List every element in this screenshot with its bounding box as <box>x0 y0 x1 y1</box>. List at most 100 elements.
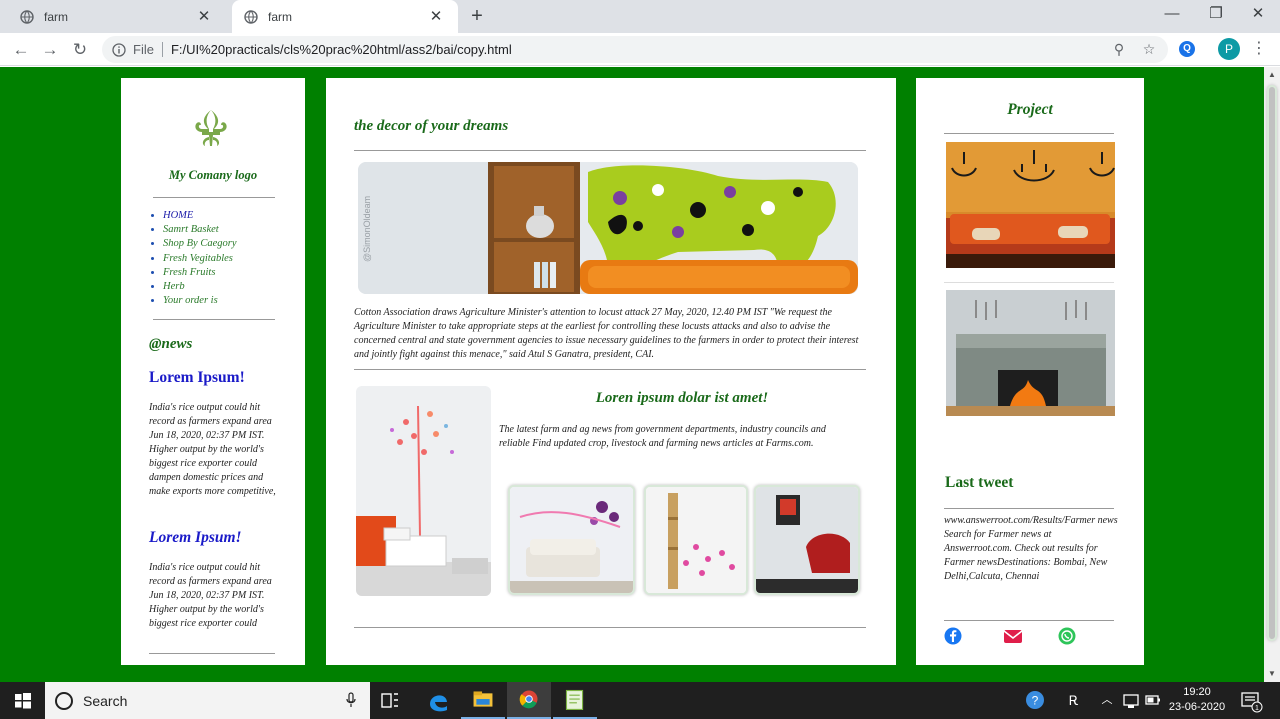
edge-browser-icon[interactable] <box>416 682 460 719</box>
back-arrow-icon[interactable]: ← <box>8 37 34 63</box>
news-title: Lorem Ipsum! <box>149 529 242 546</box>
last-tweet-heading: Last tweet <box>945 474 1014 491</box>
file-explorer-icon[interactable] <box>461 682 505 719</box>
news-heading: @news <box>149 336 193 352</box>
network-icon[interactable] <box>1120 682 1142 719</box>
decor-banner-image: @SimonOldeam <box>358 162 858 294</box>
close-window-icon[interactable]: ✕ <box>1236 0 1280 30</box>
people-icon[interactable]: Ꭱ <box>1060 682 1088 719</box>
close-tab-icon[interactable]: ✕ <box>428 8 444 25</box>
profile-avatar[interactable]: P <box>1218 38 1240 60</box>
project-heading: Project <box>1007 101 1053 118</box>
divider <box>354 627 866 628</box>
chevron-up-icon[interactable]: ︿ <box>1099 682 1115 719</box>
cortana-ring-icon <box>55 691 73 710</box>
browser-tab[interactable]: farm ✕ <box>0 0 226 33</box>
extension-icon[interactable]: Q <box>1179 41 1195 57</box>
wall-decal-room-image <box>356 386 491 596</box>
farm-news-text: The latest farm and ag news from governm… <box>499 424 826 449</box>
clock-date: 23-06-2020 <box>1168 701 1226 713</box>
menu-kebab-icon[interactable]: ⋮ <box>1251 39 1267 61</box>
battery-icon[interactable] <box>1144 682 1162 719</box>
main-title: the decor of your dreams <box>354 118 509 134</box>
divider <box>944 282 1114 283</box>
divider <box>153 319 275 320</box>
globe-icon <box>244 9 258 24</box>
divider <box>944 620 1114 621</box>
scroll-down-arrow-icon[interactable]: ▼ <box>1264 666 1280 682</box>
new-tab-button[interactable]: + <box>466 6 488 28</box>
nav-item-smart-basket[interactable]: Samrt Basket <box>163 223 237 237</box>
news-title: Lorem Ipsum! <box>149 369 245 386</box>
zoom-icon[interactable]: ⚲ <box>1108 38 1130 60</box>
scroll-up-arrow-icon[interactable]: ▲ <box>1264 67 1280 83</box>
news-text: India's rice output could hit record as … <box>149 562 272 629</box>
notifications-icon[interactable]: 1 <box>1238 682 1264 719</box>
browser-toolbar: ← → ↻ File F:/UI%20practicals/cls%20prac… <box>0 33 1280 66</box>
news-text: India's rice output could hit record as … <box>149 402 276 497</box>
address-divider <box>161 42 163 57</box>
windows-start-icon[interactable] <box>0 682 45 719</box>
taskbar-search-box[interactable]: Search <box>45 682 370 719</box>
divider <box>354 369 866 370</box>
sofa-thumbnail-image <box>508 485 635 595</box>
svg-text:?: ? <box>1032 694 1039 708</box>
task-view-icon[interactable] <box>368 682 412 719</box>
notepad-plus-icon[interactable] <box>553 682 597 719</box>
chrome-icon[interactable] <box>507 682 551 719</box>
reload-icon[interactable]: ↻ <box>67 37 93 63</box>
left-sidebar: My Comany logo HOME Samrt Basket Shop By… <box>121 78 305 665</box>
divider <box>944 508 1114 509</box>
help-question-icon[interactable]: ? <box>1023 682 1047 719</box>
minimize-icon[interactable]: — <box>1150 0 1194 30</box>
scrollbar-thumb[interactable] <box>1267 85 1277 641</box>
globe-icon <box>20 9 34 24</box>
nav-item-your-order[interactable]: Your order is <box>163 294 237 308</box>
divider <box>354 150 866 151</box>
chair-thumbnail-image <box>754 485 860 595</box>
locust-news-caption: Cotton Association draws Agriculture Min… <box>354 307 859 360</box>
tab-title: farm <box>44 9 68 24</box>
nav-item-fresh-vegetables[interactable]: Fresh Vegitables <box>163 252 237 266</box>
fleur-de-lis-icon <box>195 110 227 146</box>
bamboo-thumbnail-image <box>644 485 748 595</box>
nav-item-shop-by-category[interactable]: Shop By Caegory <box>163 237 237 251</box>
info-icon[interactable] <box>112 42 126 57</box>
system-clock[interactable]: 19:20 23-06-2020 <box>1162 685 1232 715</box>
close-tab-icon[interactable]: ✕ <box>196 8 212 25</box>
clock-time: 19:20 <box>1183 686 1211 698</box>
search-placeholder: Search <box>83 692 128 709</box>
windows-taskbar: Search ? Ꭱ ︿ 19:20 23-06-2020 1 <box>0 682 1280 719</box>
tab-title: farm <box>268 9 292 24</box>
restore-icon[interactable]: ❐ <box>1194 0 1238 30</box>
main-content: the decor of your dreams @SimonOldeam Co… <box>326 78 896 665</box>
bookmark-star-icon[interactable]: ☆ <box>1138 38 1160 60</box>
right-sidebar: Project Last tweet www.answerroot.com/Re… <box>916 78 1144 665</box>
page-viewport: My Comany logo HOME Samrt Basket Shop By… <box>0 67 1264 682</box>
facebook-icon[interactable] <box>944 627 962 645</box>
mail-icon[interactable] <box>1003 627 1023 645</box>
divider <box>153 197 275 198</box>
company-logo-text: My Comany logo <box>168 168 258 182</box>
tweet-text: www.answerroot.com/Results/Farmer news S… <box>944 515 1118 582</box>
section-heading: Loren ipsum dolar ist amet! <box>595 390 769 406</box>
browser-tab-bar: farm ✕ farm ✕ + — ❐ ✕ <box>0 0 1280 33</box>
forward-arrow-icon[interactable]: → <box>37 37 63 63</box>
chandelier-room-image <box>946 142 1115 268</box>
divider <box>944 133 1114 134</box>
divider <box>149 653 275 654</box>
address-bar[interactable]: File F:/UI%20practicals/cls%20prac%20htm… <box>102 36 1168 63</box>
site-nav-list: HOME Samrt Basket Shop By Caegory Fresh … <box>163 209 237 308</box>
nav-item-fresh-fruits[interactable]: Fresh Fruits <box>163 266 237 280</box>
nav-item-herb[interactable]: Herb <box>163 280 237 294</box>
url-text[interactable]: F:/UI%20practicals/cls%20prac%20html/ass… <box>171 42 512 57</box>
page-scrollbar[interactable]: ▲ ▼ <box>1264 67 1280 682</box>
browser-tab-active[interactable]: farm ✕ <box>232 0 458 33</box>
notification-count: 1 <box>1255 705 1259 712</box>
scheme-label: File <box>133 42 154 57</box>
fireplace-room-image <box>946 290 1115 416</box>
banner-watermark: @SimonOldeam <box>362 196 372 262</box>
nav-item-home[interactable]: HOME <box>163 209 237 223</box>
microphone-icon[interactable] <box>346 692 356 708</box>
whatsapp-icon[interactable] <box>1058 627 1076 645</box>
